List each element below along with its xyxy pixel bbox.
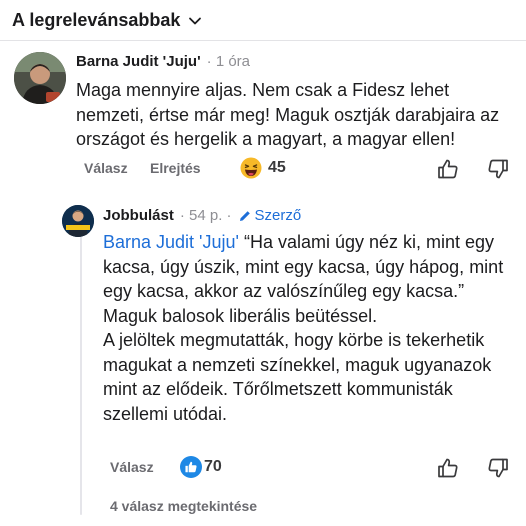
author-badge-label: Szerző (254, 207, 302, 224)
thumbs-down-outline-icon[interactable] (486, 456, 510, 485)
thumbs-up-outline-icon[interactable] (436, 456, 460, 485)
comment-text: Barna Judit 'Juju' “Ha valami úgy néz ki… (103, 230, 519, 426)
reaction-count: 45 (268, 159, 286, 176)
thumbs-up-outline-icon[interactable] (436, 157, 460, 186)
sort-label: A legrelevánsabbak (12, 10, 181, 30)
comment-author[interactable]: Jobbulást (103, 207, 174, 224)
reply-button[interactable]: Válasz (110, 459, 154, 475)
hide-button[interactable]: Elrejtés (150, 160, 201, 176)
reaction-count: 70 (204, 458, 222, 475)
comment-author[interactable]: Barna Judit 'Juju' (76, 53, 201, 70)
chevron-down-icon (189, 17, 202, 24)
comment-text: Maga mennyire aljas. Nem csak a Fidesz l… (76, 80, 500, 149)
author-badge: Szerző (238, 207, 302, 224)
laughing-emoji-icon[interactable] (240, 157, 262, 184)
comment-time: · 1 óra (206, 53, 251, 70)
avatar-photo (14, 52, 66, 104)
comment-actions: Válasz Elrejtés 45 (84, 157, 514, 181)
view-replies-button[interactable]: 4 válasz megtekintése (110, 498, 257, 514)
comment-actions: Válasz 70 (110, 456, 516, 480)
comment-time: · 54 p. · (179, 207, 232, 224)
divider (0, 40, 526, 41)
thumbs-down-outline-icon[interactable] (486, 157, 510, 186)
sort-selector[interactable]: A legrelevánsabbak (12, 10, 202, 31)
avatar[interactable] (14, 52, 66, 104)
pencil-icon (239, 210, 250, 221)
comment-header: Barna Judit 'Juju' · 1 óra (76, 53, 250, 70)
avatar[interactable] (62, 205, 94, 237)
mention-link[interactable]: Barna Judit 'Juju' (103, 232, 239, 252)
avatar-photo (62, 205, 94, 237)
reply-button[interactable]: Válasz (84, 160, 128, 176)
thumbs-up-icon[interactable] (180, 456, 202, 478)
comment-text-body: “Ha valami úgy néz ki, mint egy kacsa, ú… (103, 232, 504, 424)
reply-thread-line (80, 215, 82, 515)
comment-header: Jobbulást · 54 p. · Szerző (103, 207, 301, 224)
